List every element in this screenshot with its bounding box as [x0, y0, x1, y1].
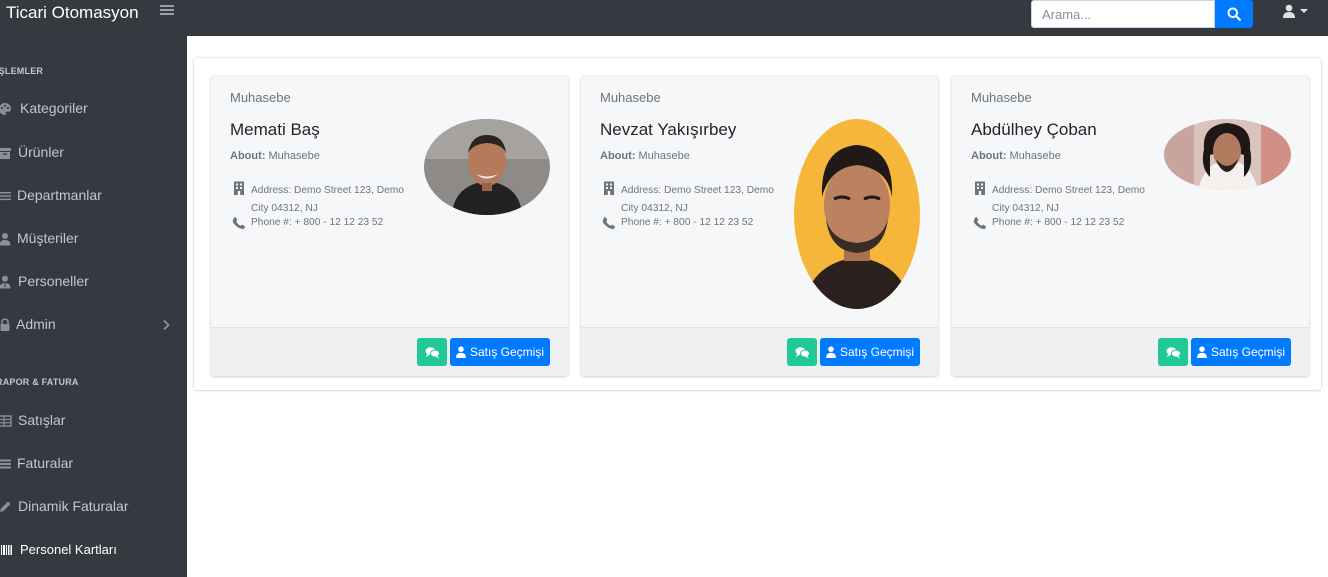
card-department: Muhasebe — [230, 90, 291, 105]
sidebar-item-label: Departmanlar — [17, 187, 102, 203]
comments-icon — [795, 346, 810, 358]
message-button[interactable] — [787, 338, 817, 366]
sidebar-item-dinamik-faturalar[interactable]: Dinamik Faturalar — [0, 492, 187, 522]
pen-icon — [0, 501, 11, 512]
card-address: Address: Demo Street 123, Demo City 0431… — [992, 185, 1145, 214]
sales-history-label: Satış Geçmişi — [469, 345, 544, 359]
user-icon — [825, 346, 836, 358]
card-about: About: Muhasebe — [600, 150, 690, 162]
search-form — [1031, 0, 1253, 28]
sales-history-label: Satış Geçmişi — [839, 345, 914, 359]
building-icon — [975, 181, 985, 195]
main-content: Muhasebe Memati Baş About: Muhasebe Addr… — [187, 36, 1328, 577]
avatar — [424, 119, 550, 215]
sidebar-section-islemler: İŞLEMLER — [0, 66, 44, 76]
sidebar-item-label: Müşteriler — [17, 230, 79, 246]
sidebar-item-musteriler[interactable]: Müşteriler — [0, 224, 187, 254]
palette-icon — [0, 103, 11, 115]
card-about: About: Muhasebe — [971, 150, 1061, 162]
card-phone: Phone #: + 800 - 12 12 23 52 — [251, 217, 384, 228]
card-name: Memati Baş — [230, 120, 320, 139]
brand-title[interactable]: Ticari Otomasyon — [6, 2, 139, 24]
sidebar-item-kategoriler[interactable]: Kategoriler — [0, 94, 187, 124]
sidebar-item-personeller[interactable]: Personeller — [0, 267, 187, 297]
comments-icon — [1166, 346, 1181, 358]
sidebar-item-admin[interactable]: Admin — [0, 310, 187, 340]
sales-history-button[interactable]: Satış Geçmişi — [450, 338, 550, 366]
about-label: About: — [600, 150, 636, 162]
building-icon — [604, 181, 614, 195]
barcode-icon — [1, 545, 12, 555]
card-address: Address: Demo Street 123, Demo City 0431… — [621, 185, 774, 214]
card-footer: Satış Geçmişi — [952, 327, 1309, 376]
card-footer: Satış Geçmişi — [581, 327, 938, 376]
message-button[interactable] — [417, 338, 447, 366]
chevron-right-icon — [163, 319, 170, 331]
card-name: Nevzat Yakışırbey — [600, 120, 737, 139]
about-value: Muhasebe — [268, 150, 320, 162]
sales-history-button[interactable]: Satış Geçmişi — [1191, 338, 1291, 366]
personnel-card: Muhasebe Memati Baş About: Muhasebe Addr… — [211, 76, 568, 376]
table-icon — [0, 415, 12, 427]
user-tie-icon — [0, 275, 11, 289]
comments-icon — [425, 346, 440, 358]
card-phone: Phone #: + 800 - 12 12 23 52 — [621, 217, 754, 228]
sidebar-item-label: Kategoriler — [20, 100, 88, 116]
sidebar-item-label: Personel Kartları — [20, 542, 117, 557]
message-button[interactable] — [1158, 338, 1188, 366]
sales-history-button[interactable]: Satış Geçmişi — [820, 338, 920, 366]
sidebar-item-label: Admin — [16, 316, 56, 332]
list-icon — [0, 459, 11, 469]
sidebar-item-urunler[interactable]: Ürünler — [0, 138, 187, 168]
user-icon — [1196, 346, 1207, 358]
sidebar-item-satislar[interactable]: Satışlar — [0, 406, 187, 436]
card-department: Muhasebe — [971, 90, 1032, 105]
user-icon — [0, 233, 11, 246]
menu-toggle-icon[interactable] — [160, 3, 174, 17]
lock-icon — [0, 318, 10, 331]
about-label: About: — [971, 150, 1007, 162]
list-icon — [0, 192, 11, 201]
sidebar-item-personel-kartlari[interactable]: Personel Kartları — [0, 535, 187, 565]
about-label: About: — [230, 150, 266, 162]
sidebar-item-label: Satışlar — [18, 412, 66, 428]
sidebar-item-label: Faturalar — [17, 455, 74, 471]
sidebar: İŞLEMLER Kategoriler Ürünler Departmanla… — [0, 36, 187, 577]
personnel-card: Muhasebe Nevzat Yakışırbey About: Muhase… — [581, 76, 938, 376]
phone-icon — [232, 216, 246, 230]
search-button[interactable] — [1215, 0, 1253, 28]
search-input[interactable] — [1031, 0, 1215, 28]
card-address: Address: Demo Street 123, Demo City 0431… — [251, 185, 404, 214]
phone-icon — [973, 216, 987, 230]
card-department: Muhasebe — [600, 90, 661, 105]
sidebar-section-rapor-fatura: RAPOR & FATURA — [0, 377, 79, 387]
card-footer: Satış Geçmişi — [211, 327, 568, 376]
avatar — [794, 119, 920, 309]
card-about: About: Muhasebe — [230, 150, 320, 162]
about-value: Muhasebe — [1009, 150, 1061, 162]
sidebar-item-faturalar[interactable]: Faturalar — [0, 449, 187, 479]
sidebar-item-departmanlar[interactable]: Departmanlar — [0, 181, 187, 211]
card-phone: Phone #: + 800 - 12 12 23 52 — [992, 217, 1125, 228]
building-icon — [234, 181, 244, 195]
user-icon — [455, 346, 466, 358]
sidebar-item-label: Personeller — [18, 273, 89, 289]
top-navbar: Ticari Otomasyon — [0, 0, 1328, 36]
avatar — [1164, 119, 1291, 190]
personnel-card: Muhasebe Abdülhey Çoban About: Muhasebe … — [952, 76, 1309, 376]
sales-history-label: Satış Geçmişi — [1210, 345, 1285, 359]
phone-icon — [602, 216, 616, 230]
box-icon — [0, 148, 11, 159]
sidebar-item-label: Dinamik Faturalar — [18, 498, 129, 514]
about-value: Muhasebe — [638, 150, 690, 162]
caret-down-icon — [1300, 9, 1308, 13]
user-menu[interactable] — [1282, 2, 1312, 20]
search-icon — [1227, 7, 1241, 21]
card-name: Abdülhey Çoban — [971, 120, 1097, 139]
user-icon — [1283, 4, 1295, 18]
sidebar-item-label: Ürünler — [18, 144, 64, 160]
